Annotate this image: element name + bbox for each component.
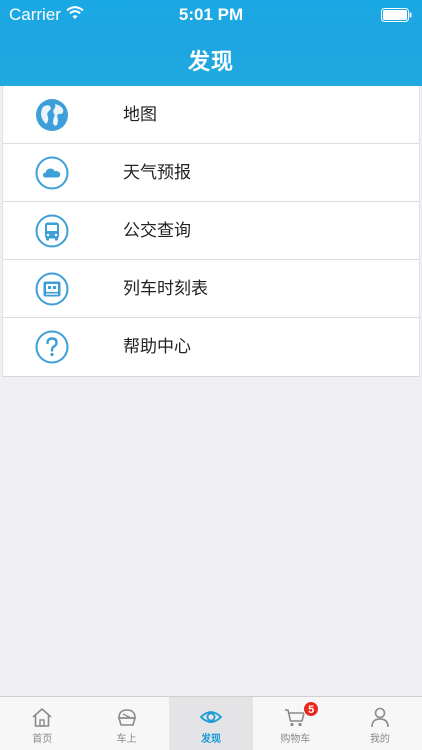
list-item-label: 公交查询: [123, 221, 191, 241]
header: Carrier 5:01 PM 发现: [0, 0, 422, 86]
list-item-map[interactable]: 地图: [3, 86, 419, 144]
list-item-help[interactable]: 帮助中心: [3, 318, 419, 376]
train-icon: [35, 272, 69, 306]
list-item-label: 列车时刻表: [123, 279, 208, 299]
help-icon: [35, 330, 69, 364]
list-item-label: 地图: [123, 105, 157, 125]
home-icon: [32, 708, 52, 727]
tab-label: 车上: [116, 734, 137, 745]
battery-icon: [381, 8, 412, 22]
list-item-weather[interactable]: 天气预报: [3, 144, 419, 202]
tab-onboard[interactable]: 车上: [84, 697, 168, 750]
tab-label: 我的: [369, 734, 390, 745]
user-icon: [371, 707, 389, 728]
tab-label: 发现: [201, 734, 222, 745]
car-seat-icon: [117, 709, 136, 726]
tab-label: 首页: [32, 734, 53, 745]
tab-label: 购物车: [280, 734, 311, 745]
tab-bar: 首页 车上 发现 5 购物车 我的: [0, 696, 422, 750]
eye-icon: [199, 711, 223, 723]
tab-discover[interactable]: 发现: [168, 697, 254, 750]
tab-home[interactable]: 首页: [0, 697, 84, 750]
list-item-train[interactable]: 列车时刻表: [3, 260, 419, 318]
tab-mine[interactable]: 我的: [338, 697, 422, 750]
cart-badge: 5: [303, 701, 320, 717]
tab-cart[interactable]: 5 购物车: [253, 697, 337, 750]
list-item-label: 天气预报: [123, 163, 191, 183]
list-item-bus[interactable]: 公交查询: [3, 202, 419, 260]
bus-icon: [35, 214, 69, 248]
cloud-icon: [35, 156, 69, 190]
discover-list: 地图 天气预报 公交查询 列车时刻表 帮助中心: [2, 86, 420, 377]
page-title: 发现: [187, 50, 234, 75]
status-bar: Carrier 5:01 PM: [0, 0, 422, 30]
list-item-label: 帮助中心: [123, 337, 191, 357]
status-time: 5:01 PM: [178, 5, 244, 24]
globe-icon: [36, 99, 68, 131]
